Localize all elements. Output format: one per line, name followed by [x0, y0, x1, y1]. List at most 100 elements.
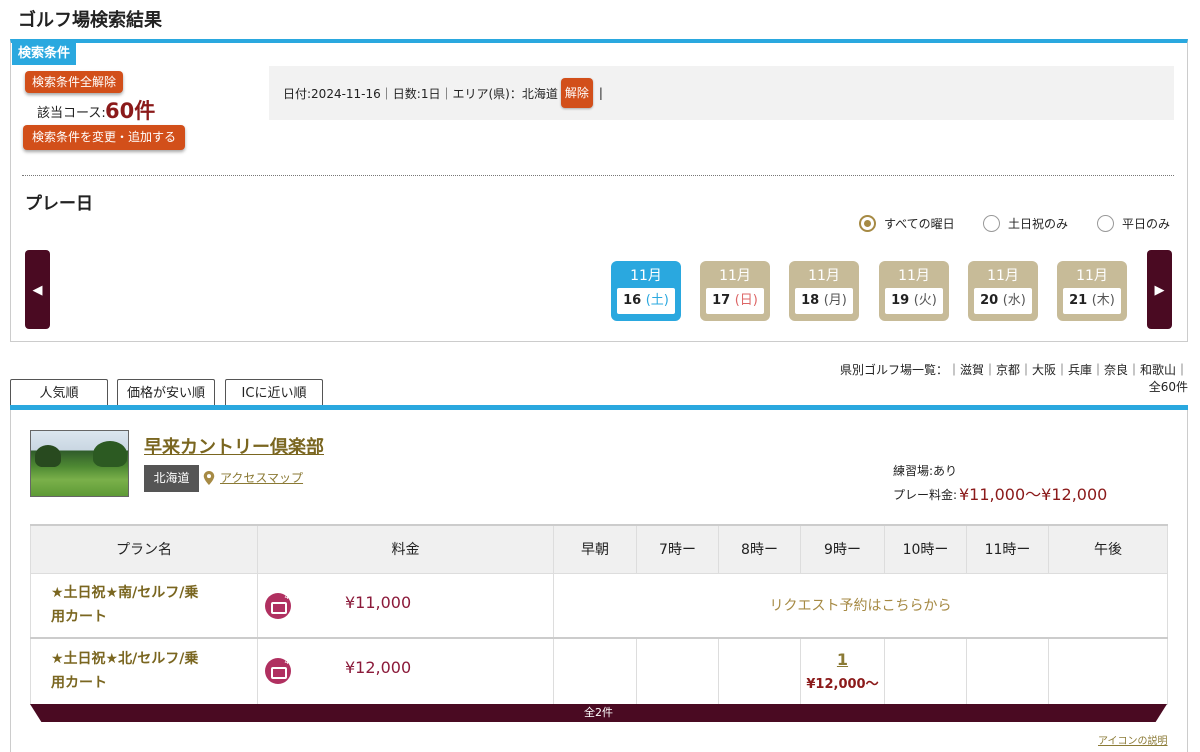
date-weekday: (土): [645, 293, 669, 308]
plan-name-line: ★土日祝★北/セルフ/乗: [51, 651, 199, 668]
date-number: 16: [623, 293, 642, 308]
radio-selected-icon[interactable]: [859, 215, 876, 232]
price-cell: ¥12,000: [257, 637, 554, 705]
table-row: ★土日祝★南/セルフ/乗 用カート ¥11,000 リクエスト予約はこちらから: [30, 572, 1168, 639]
condition-summary: 日付:2024-11-16｜日数:1日｜エリア(県)：北海道 解除 |: [269, 66, 1174, 120]
filter-label: 土日祝のみ: [1008, 217, 1069, 231]
filter-weekday[interactable]: 平日のみ: [1097, 215, 1170, 232]
triangle-left-icon: ◀: [32, 281, 43, 297]
access-map-link[interactable]: アクセスマップ: [203, 469, 303, 486]
date-month: 11月: [987, 268, 1019, 284]
slot-cell-9[interactable]: 1 ¥12,000〜: [800, 637, 885, 705]
search-conditions-tab: 検索条件: [12, 43, 76, 65]
date-number: 21: [1069, 293, 1088, 308]
next-dates-button[interactable]: ▶: [1147, 250, 1172, 329]
date-weekday: (日): [734, 293, 758, 308]
plan-price: ¥11,000: [345, 592, 412, 612]
prev-dates-button[interactable]: ◀: [25, 250, 50, 329]
column-header: プラン名: [30, 524, 258, 574]
date-day: 16 (土): [617, 288, 675, 314]
plan-name-line: 用カート: [51, 609, 107, 626]
course-count-label: 該当コース:: [37, 106, 106, 121]
date-card-21[interactable]: 11月 21 (木): [1057, 261, 1127, 321]
practice-range-info: 練習場:あり: [893, 464, 958, 478]
column-header: 早朝: [553, 524, 637, 574]
date-card-16[interactable]: 11月 16 (土): [611, 261, 681, 321]
date-month: 11月: [630, 268, 662, 284]
date-card-19[interactable]: 11月 19 (火): [879, 261, 949, 321]
radio-icon[interactable]: [1097, 215, 1114, 232]
slot-cell-10: [884, 637, 967, 705]
table-row: ★土日祝★北/セルフ/乗 用カート ¥12,000 1 ¥12,000〜: [30, 637, 1168, 705]
slot-cell-early: [553, 637, 637, 705]
plan-table: プラン名 料金 早朝 7時ー 8時ー 9時ー 10時ー 11時ー 午後 ★土日祝…: [30, 524, 1168, 705]
date-number: 19: [891, 293, 910, 308]
date-weekday: (月): [823, 293, 847, 308]
clear-all-conditions-button[interactable]: 検索条件全解除: [25, 71, 123, 93]
date-weekday: (水): [1002, 293, 1026, 308]
date-day: 21 (木): [1063, 288, 1121, 314]
map-pin-icon: [203, 470, 215, 485]
date-day: 19 (火): [885, 288, 943, 314]
page-title: ゴルフ場検索結果: [18, 10, 162, 31]
filter-all-days[interactable]: すべての曜日: [859, 215, 955, 232]
play-fee-value: ¥11,000〜¥12,000: [959, 485, 1108, 504]
condition-summary-separator: |: [598, 86, 603, 100]
date-card-18[interactable]: 11月 18 (月): [789, 261, 859, 321]
date-month: 11月: [898, 268, 930, 284]
filter-label: すべての曜日: [884, 217, 955, 231]
tree-shape: [93, 441, 127, 467]
plan-name-cell[interactable]: ★土日祝★南/セルフ/乗 用カート: [30, 572, 258, 639]
column-header: 8時ー: [718, 524, 801, 574]
divider: [22, 175, 1174, 176]
course-name-link[interactable]: 早来カントリー倶楽部: [144, 433, 324, 459]
slot-cell-8: [718, 637, 801, 705]
price-cell: ¥11,000: [257, 572, 554, 639]
column-header: 午後: [1048, 524, 1168, 574]
date-card-20[interactable]: 11月 20 (水): [968, 261, 1038, 321]
date-month: 11月: [808, 268, 840, 284]
tab-sort-price[interactable]: 価格が安い順: [117, 379, 215, 406]
date-month: 11月: [719, 268, 751, 284]
request-reservation-link[interactable]: リクエスト予約はこちらから: [553, 572, 1168, 639]
date-weekday: (木): [1091, 293, 1115, 308]
date-day: 18 (月): [795, 288, 853, 314]
slot-count-link[interactable]: 1: [802, 650, 883, 669]
access-map-label: アクセスマップ: [220, 471, 304, 485]
prefecture-badge: 北海道: [144, 465, 199, 492]
filter-weekend-holiday[interactable]: 土日祝のみ: [983, 215, 1068, 232]
column-header: 10時ー: [884, 524, 967, 574]
column-header: 7時ー: [636, 524, 719, 574]
date-card-17[interactable]: 11月 17 (日): [700, 261, 770, 321]
slot-cell-7: [636, 637, 719, 705]
tab-sort-ic[interactable]: ICに近い順: [225, 379, 323, 406]
golf-cart-icon: [265, 592, 291, 619]
total-count: 全60件: [1148, 380, 1188, 394]
date-number: 17: [712, 293, 731, 308]
tree-shape: [35, 445, 61, 467]
course-thumbnail[interactable]: [30, 430, 129, 497]
date-day: 20 (水): [974, 288, 1032, 314]
golf-cart-icon: [265, 658, 291, 684]
icon-help-link[interactable]: アイコンの説明: [1098, 732, 1168, 747]
prefecture-links[interactable]: 県別ゴルフ場一覧：｜滋賀｜京都｜大阪｜兵庫｜奈良｜和歌山｜: [700, 361, 1188, 378]
condition-summary-text: 日付:2024-11-16｜日数:1日｜エリア(県)：北海道: [283, 86, 558, 101]
column-header: 11時ー: [966, 524, 1049, 574]
change-conditions-button[interactable]: 検索条件を変更・追加する: [23, 125, 185, 150]
tab-sort-popular[interactable]: 人気順: [10, 379, 108, 406]
date-number: 18: [801, 293, 820, 308]
slot-cell-afternoon: [1048, 637, 1168, 705]
plan-name-line: 用カート: [51, 675, 107, 692]
date-number: 20: [980, 293, 999, 308]
column-header: 料金: [257, 524, 554, 574]
date-day: 17 (日): [706, 288, 764, 314]
slot-price: ¥12,000〜: [806, 677, 879, 693]
play-date-title: プレー日: [25, 194, 93, 214]
remove-area-button[interactable]: 解除: [560, 78, 593, 108]
column-header: 9時ー: [800, 524, 885, 574]
radio-icon[interactable]: [983, 215, 1000, 232]
plan-name-cell[interactable]: ★土日祝★北/セルフ/乗 用カート: [30, 637, 258, 705]
date-weekday: (火): [913, 293, 937, 308]
plan-name-line: ★土日祝★南/セルフ/乗: [51, 585, 199, 602]
table-header-row: プラン名 料金 早朝 7時ー 8時ー 9時ー 10時ー 11時ー 午後: [30, 524, 1168, 574]
